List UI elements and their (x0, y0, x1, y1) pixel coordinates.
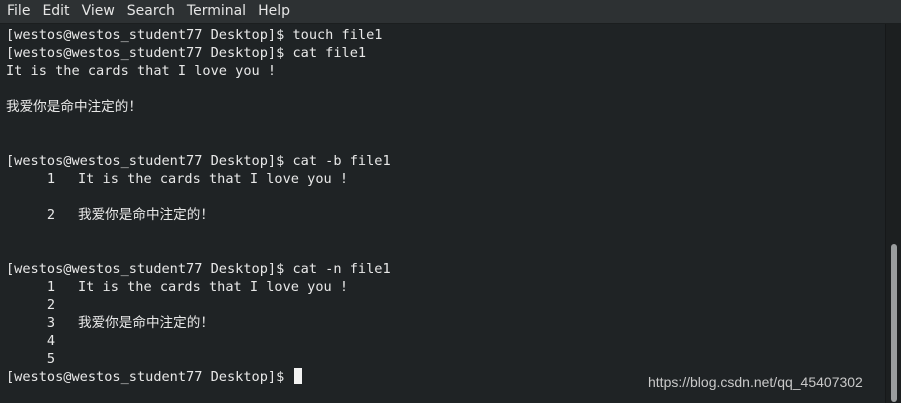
terminal-line: [westos@westos_student77 Desktop]$ cat -… (6, 261, 391, 277)
line-number: 2 (6, 207, 56, 223)
terminal-line: 2 我爱你是命中注定的！ (6, 207, 214, 223)
menu-view[interactable]: View (76, 0, 121, 23)
terminal-line: 我爱你是命中注定的！ (6, 99, 142, 115)
line-number: 5 (6, 351, 56, 367)
menu-edit[interactable]: Edit (36, 0, 75, 23)
terminal-line: [westos@westos_student77 Desktop]$ cat -… (6, 153, 391, 169)
terminal-output[interactable]: [westos@westos_student77 Desktop]$ touch… (0, 24, 886, 403)
line-number: 2 (6, 297, 56, 313)
terminal-line: It is the cards that I love you ! (6, 63, 277, 79)
line-number: 1 (6, 171, 56, 187)
terminal-line: [westos@westos_student77 Desktop]$ cat f… (6, 45, 367, 61)
terminal-prompt-line[interactable]: [westos@westos_student77 Desktop]$ (6, 368, 303, 386)
terminal-line: 2 (6, 296, 78, 314)
line-number: 3 (6, 315, 56, 331)
terminal-line: 5 (6, 350, 78, 368)
menu-bar: File Edit View Search Terminal Help (0, 0, 901, 24)
watermark-url: https://blog.csdn.net/qq_45407302 (648, 374, 863, 390)
line-number: 4 (6, 333, 56, 349)
terminal-line: [westos@westos_student77 Desktop]$ touch… (6, 27, 383, 43)
menu-search[interactable]: Search (121, 0, 181, 23)
terminal-window: File Edit View Search Terminal Help [wes… (0, 0, 901, 403)
terminal-line: 1 It is the cards that I love you ! (6, 279, 349, 295)
menu-help[interactable]: Help (252, 0, 296, 23)
terminal-line: 4 (6, 332, 78, 350)
scrollbar[interactable] (885, 24, 901, 403)
line-number: 1 (6, 279, 56, 295)
terminal-line: 1 It is the cards that I love you ! (6, 171, 349, 187)
menu-file[interactable]: File (0, 0, 36, 23)
text-cursor (294, 368, 303, 384)
terminal-line: 3 我爱你是命中注定的！ (6, 315, 214, 331)
scrollbar-thumb[interactable] (891, 244, 897, 402)
menu-terminal[interactable]: Terminal (181, 0, 252, 23)
